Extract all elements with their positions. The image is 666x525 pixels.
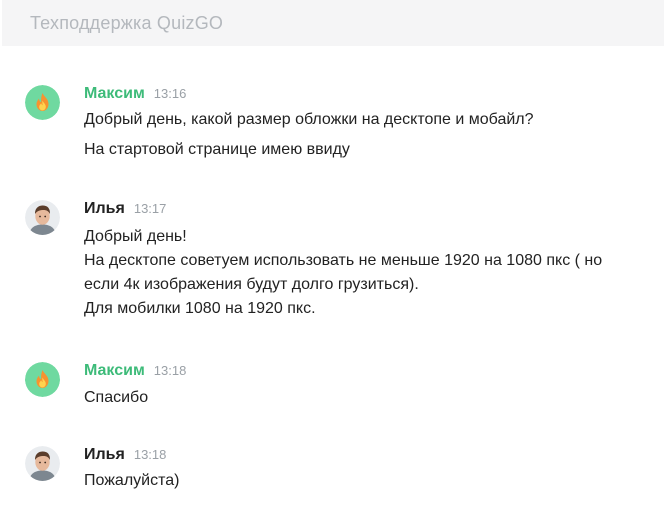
message-body: Максим 13:18 Спасибо xyxy=(84,362,654,410)
message-text: На стартовой странице имею ввиду xyxy=(84,141,350,158)
message-text: Добрый день, какой размер обложки на дес… xyxy=(84,111,534,128)
message-text: Для мобилки 1080 на 1920 пкс. xyxy=(84,300,316,317)
message-list: Максим 13:16 Добрый день, какой размер о… xyxy=(0,0,666,525)
author-name[interactable]: Максим xyxy=(84,85,145,103)
avatar[interactable] xyxy=(25,446,60,481)
message-body: Илья 13:18 Пожалуйста) xyxy=(84,446,654,493)
user-photo xyxy=(25,200,60,235)
message-text: если 4к изображения будут долго грузитьс… xyxy=(84,276,419,293)
message-header: Максим 13:16 xyxy=(84,85,654,105)
message-header: Илья 13:18 xyxy=(84,446,654,466)
message-body: Илья 13:17 Добрый день! На десктопе сове… xyxy=(84,200,654,321)
message-time: 13:16 xyxy=(153,86,187,101)
message-text: На десктопе советуем использовать не мен… xyxy=(84,252,603,269)
avatar[interactable] xyxy=(25,85,60,120)
author-name[interactable]: Илья xyxy=(84,446,125,464)
message-time: 13:17 xyxy=(133,201,167,216)
fire-icon xyxy=(25,362,60,397)
fire-icon xyxy=(25,85,60,120)
message-text: Пожалуйста) xyxy=(84,472,180,489)
message-body: Максим 13:16 Добрый день, какой размер о… xyxy=(84,85,654,162)
message-text: Спасибо xyxy=(84,389,149,406)
message-header: Максим 13:18 xyxy=(84,362,654,382)
avatar[interactable] xyxy=(25,200,60,235)
message-time: 13:18 xyxy=(153,363,187,378)
message-text: Добрый день! xyxy=(84,228,187,245)
author-name[interactable]: Илья xyxy=(84,200,125,218)
chat-page: Техподдержка QuizGO Максим 13:16 Добрый … xyxy=(0,0,666,525)
avatar[interactable] xyxy=(25,362,60,397)
message-header: Илья 13:17 xyxy=(84,200,654,220)
user-photo xyxy=(25,446,60,481)
author-name[interactable]: Максим xyxy=(84,362,145,380)
message-time: 13:18 xyxy=(133,447,167,462)
